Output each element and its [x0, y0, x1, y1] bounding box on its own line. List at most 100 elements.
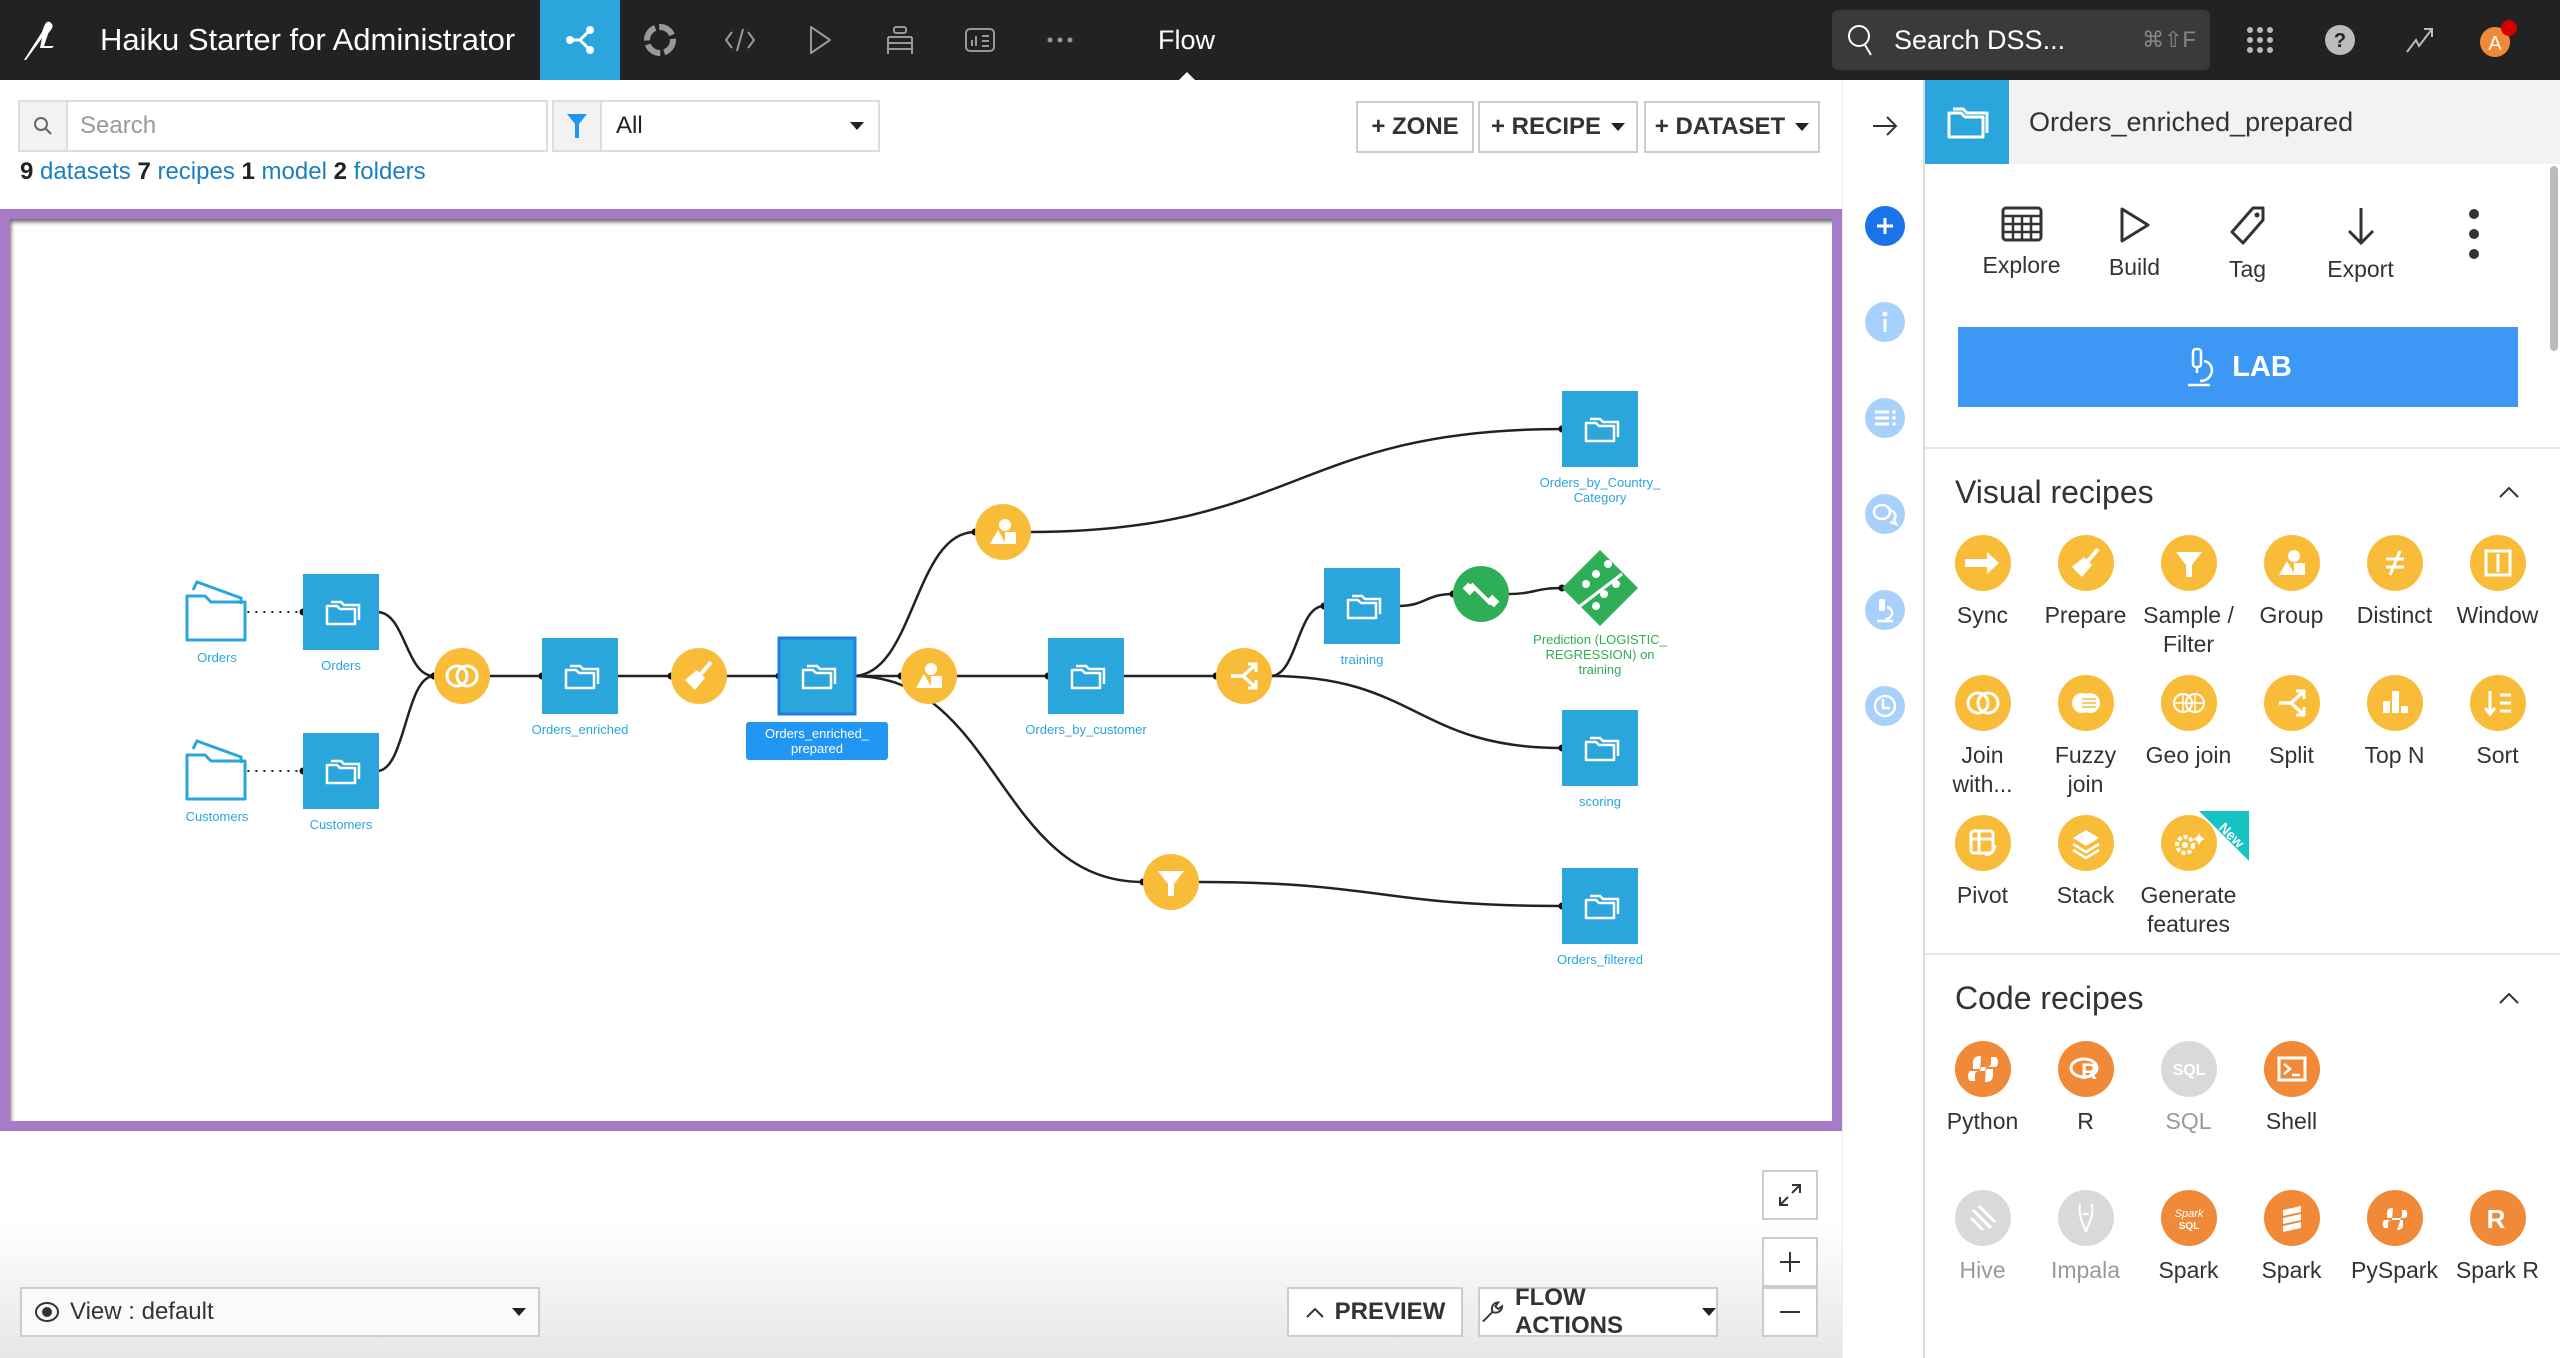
folder-node-customers-folder[interactable] — [185, 739, 247, 801]
recipe-pyspark[interactable]: PySpark — [2343, 1190, 2446, 1285]
datasets-link[interactable]: datasets — [40, 158, 131, 185]
preview-button[interactable]: PREVIEW — [1287, 1287, 1463, 1337]
visual-recipes-header[interactable]: Visual recipes — [1925, 449, 2560, 535]
global-search[interactable]: Search DSS... ⌘⇧F — [1832, 10, 2210, 70]
dataset-node-training[interactable] — [1324, 568, 1400, 644]
recipe-distinct[interactable]: Distinct — [2343, 535, 2446, 659]
recipe-prepare[interactable]: Prepare — [2034, 535, 2137, 659]
dataset-node-orders-by-country[interactable] — [1562, 391, 1638, 467]
nav-dashboards[interactable] — [940, 0, 1020, 80]
nav-jobs[interactable] — [780, 0, 860, 80]
add-zone-button[interactable]: + ZONE — [1356, 101, 1474, 153]
collapse-panel-button[interactable] — [1865, 106, 1905, 146]
models-link[interactable]: model — [262, 158, 327, 185]
user-avatar[interactable]: A — [2478, 20, 2518, 60]
apps-button[interactable] — [2240, 20, 2280, 60]
recipe-node-filter[interactable] — [1143, 854, 1199, 910]
node-label[interactable]: Customers — [261, 817, 421, 832]
flow-search-input[interactable] — [68, 102, 546, 150]
model-node-model[interactable] — [1562, 550, 1638, 626]
node-label[interactable]: Orders_filtered — [1520, 952, 1680, 967]
node-label[interactable]: training — [1282, 652, 1442, 667]
explore-button[interactable]: Explore — [1965, 206, 2078, 283]
folders-link[interactable]: folders — [354, 158, 426, 185]
view-select[interactable]: View : default — [20, 1287, 540, 1337]
node-label[interactable]: Orders_enriched — [500, 722, 660, 737]
activity-button[interactable] — [2400, 20, 2440, 60]
recipe-window[interactable]: Window — [2446, 535, 2549, 659]
rail-details-button[interactable] — [1865, 398, 1905, 438]
panel-scrollbar[interactable] — [2550, 166, 2558, 351]
add-dataset-button[interactable]: + DATASET — [1644, 101, 1820, 153]
node-label[interactable]: Orders_by_Country_ Category — [1520, 475, 1680, 505]
dataiku-logo[interactable] — [0, 0, 80, 80]
recipe-node-train[interactable] — [1453, 566, 1509, 622]
export-button[interactable]: Export — [2304, 206, 2417, 283]
build-button[interactable]: Build — [2078, 206, 2191, 283]
more-actions-button[interactable] — [2417, 206, 2530, 283]
node-label[interactable]: Orders — [261, 658, 421, 673]
node-label[interactable]: scoring — [1520, 794, 1680, 809]
recipes-link[interactable]: recipes — [157, 158, 234, 185]
folder-node-orders-folder[interactable] — [185, 580, 247, 642]
recipe-node-group[interactable] — [975, 504, 1031, 560]
rail-timeline-button[interactable] — [1865, 686, 1905, 726]
nav-wiki[interactable] — [860, 0, 940, 80]
recipe-python[interactable]: Python — [1931, 1041, 2034, 1136]
recipe-generate-features[interactable]: Generate features New — [2137, 811, 2249, 939]
recipe-group[interactable]: Group — [2240, 535, 2343, 659]
recipe-sync[interactable]: Sync — [1931, 535, 2034, 659]
recipe-geo-join[interactable]: Geo join — [2137, 675, 2240, 799]
tag-button[interactable]: Tag — [2191, 206, 2304, 283]
dataset-node-orders-enriched-prepared[interactable] — [777, 636, 857, 716]
dataset-node-orders-by-customer[interactable] — [1048, 638, 1124, 714]
help-button[interactable]: ? — [2320, 20, 2360, 60]
recipe-node-split[interactable] — [1216, 648, 1272, 704]
lab-button[interactable]: LAB — [1958, 327, 2518, 407]
dataset-node-orders-ds[interactable] — [303, 574, 379, 650]
recipe-spark[interactable]: Spark SQL Spark — [2137, 1190, 2240, 1285]
recipe-node-join[interactable] — [434, 648, 490, 704]
recipe-node-prepare[interactable] — [671, 648, 727, 704]
flow-canvas[interactable]: Orders Orders Customers Customers Orders_enr… — [10, 219, 1832, 1121]
add-recipe-button[interactable]: + RECIPE — [1478, 101, 1638, 153]
rail-lab-button[interactable] — [1865, 590, 1905, 630]
project-title[interactable]: Haiku Starter for Administrator — [100, 22, 540, 58]
node-label[interactable]: Prediction (LOGISTIC_ REGRESSION) on tra… — [1520, 632, 1680, 677]
rail-info-button[interactable] — [1865, 302, 1905, 342]
dataset-node-scoring[interactable] — [1562, 710, 1638, 786]
recipe-node-group[interactable] — [901, 648, 957, 704]
zoom-in-button[interactable] — [1762, 1237, 1818, 1287]
filter-select[interactable]: All — [602, 102, 878, 150]
recipe-hive[interactable]: Hive — [1931, 1190, 2034, 1285]
recipe-shell[interactable]: Shell — [2240, 1041, 2343, 1136]
dataset-node-customers-ds[interactable] — [303, 733, 379, 809]
zoom-out-button[interactable] — [1762, 1287, 1818, 1337]
flow-filter[interactable]: All — [552, 100, 880, 152]
recipe-split[interactable]: Split — [2240, 675, 2343, 799]
recipe-spark-r[interactable]: R Spark R — [2446, 1190, 2549, 1285]
rail-discussions-button[interactable] — [1865, 494, 1905, 534]
flow-actions-button[interactable]: FLOW ACTIONS — [1478, 1284, 1718, 1339]
recipe-sample-filter[interactable]: Sample / Filter — [2137, 535, 2240, 659]
nav-lab[interactable] — [620, 0, 700, 80]
recipe-sql[interactable]: SQL SQL — [2137, 1041, 2240, 1136]
nav-more[interactable] — [1020, 0, 1100, 80]
recipe-impala[interactable]: Impala — [2034, 1190, 2137, 1285]
recipe-spark[interactable]: Spark — [2240, 1190, 2343, 1285]
recipe-stack[interactable]: Stack — [2034, 815, 2137, 939]
code-recipes-header[interactable]: Code recipes — [1925, 955, 2560, 1041]
nav-code[interactable] — [700, 0, 780, 80]
recipe-top-n[interactable]: Top N — [2343, 675, 2446, 799]
node-label[interactable]: Orders_enriched_ prepared — [746, 722, 888, 760]
nav-flow[interactable] — [540, 0, 620, 80]
fit-to-screen-button[interactable] — [1762, 1170, 1818, 1220]
node-label[interactable]: Orders_by_customer — [1006, 722, 1166, 737]
recipe-sort[interactable]: Sort — [2446, 675, 2549, 799]
recipe-pivot[interactable]: Pivot — [1931, 815, 2034, 939]
recipe-r[interactable]: RR — [2034, 1041, 2137, 1136]
rail-add-button[interactable] — [1865, 206, 1905, 246]
recipe-join-with[interactable]: Join with... — [1931, 675, 2034, 799]
recipe-fuzzy-join[interactable]: Fuzzy join — [2034, 675, 2137, 799]
dataset-node-orders-filtered[interactable] — [1562, 868, 1638, 944]
